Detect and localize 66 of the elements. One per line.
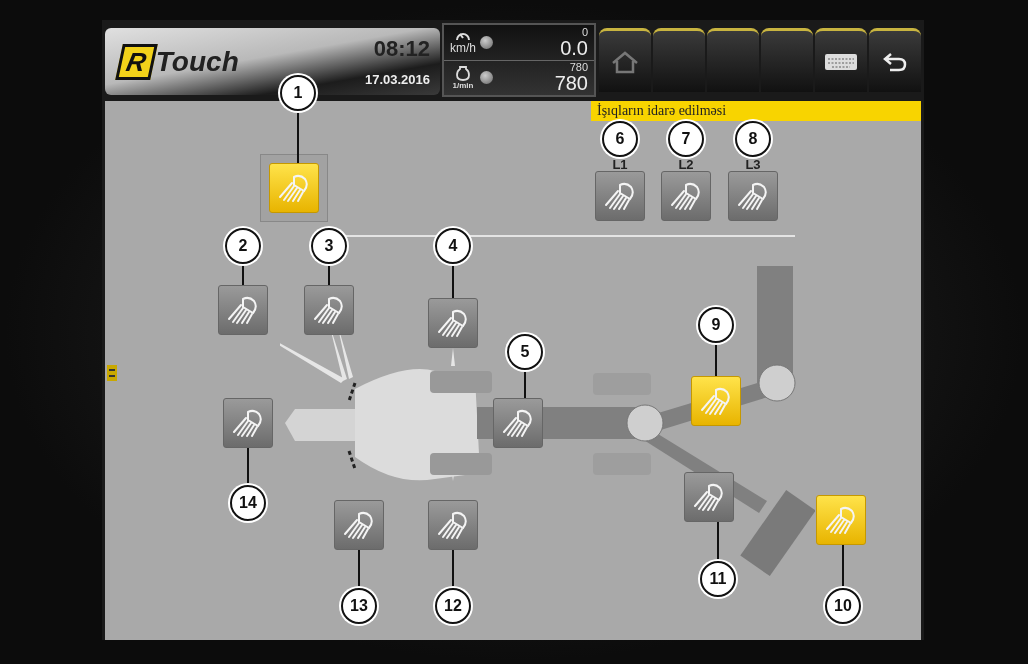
- light-group-label: L1: [612, 156, 628, 172]
- callout-number: 9: [698, 307, 734, 343]
- light-toggle-button[interactable]: [223, 398, 273, 448]
- toolbar-button[interactable]: [653, 28, 705, 92]
- light-toggle-button[interactable]: [493, 398, 543, 448]
- light-group-label: L2: [678, 156, 694, 172]
- light-toggle-button[interactable]: [728, 171, 778, 221]
- light-toggle-button[interactable]: [595, 171, 645, 221]
- indicator-lamp: [480, 35, 493, 49]
- callout-number: 14: [230, 485, 266, 521]
- leader-line: [247, 448, 249, 485]
- leader-line: [297, 111, 299, 163]
- leader-line: [358, 550, 360, 588]
- gauge-value: 780: [554, 73, 588, 94]
- leader-line: [715, 343, 717, 376]
- leader-line: [842, 545, 844, 588]
- logo-text: Touch: [155, 45, 239, 78]
- gauge-setpoint: 0: [581, 26, 588, 38]
- keyboard-button[interactable]: [815, 28, 867, 92]
- clock-date: 17.03.2016: [364, 72, 430, 87]
- light-toggle-button[interactable]: [304, 285, 354, 335]
- home-icon: [610, 49, 640, 74]
- light-toggle-button[interactable]: [816, 495, 866, 545]
- light-group-label: L3: [745, 156, 761, 172]
- back-button[interactable]: [869, 28, 921, 92]
- leader-line: [452, 264, 454, 298]
- callout-number: 2: [225, 228, 261, 264]
- light-toggle-button[interactable]: [334, 500, 384, 550]
- unit-label: 1/min: [452, 81, 474, 91]
- callout-number: 13: [341, 588, 377, 624]
- light-toggle-button[interactable]: [428, 500, 478, 550]
- leader-line: [717, 522, 719, 561]
- callout-number: 6: [602, 121, 638, 157]
- callout-number: 4: [435, 228, 471, 264]
- leader-line: [328, 264, 330, 285]
- home-button[interactable]: [599, 28, 651, 92]
- toolbar-button[interactable]: [761, 28, 813, 92]
- leader-line: [524, 370, 526, 398]
- logo-letter: R: [115, 43, 158, 80]
- callout-number: 8: [735, 121, 771, 157]
- side-tab-icon[interactable]: [107, 365, 117, 381]
- light-toggle-button[interactable]: [661, 171, 711, 221]
- callout-number: 11: [700, 561, 736, 597]
- callout-number: 12: [435, 588, 471, 624]
- light-toggle-button[interactable]: [218, 285, 268, 335]
- toolbar-button[interactable]: [707, 28, 759, 92]
- light-toggle-button[interactable]: [428, 298, 478, 348]
- back-icon: [882, 50, 908, 73]
- callout-number: 3: [311, 228, 347, 264]
- callout-number: 1: [280, 75, 316, 111]
- clock-time: 08:12: [373, 36, 430, 62]
- light-toggle-button[interactable]: [269, 163, 319, 213]
- engine-icon: [455, 65, 471, 82]
- callout-number: 7: [668, 121, 704, 157]
- page-title: İşıqların idarə edilməsi: [591, 101, 921, 121]
- keyboard-icon: [824, 52, 858, 71]
- callout-number: 10: [825, 588, 861, 624]
- unit-label: km/h: [450, 41, 476, 56]
- callout-number: 5: [507, 334, 543, 370]
- light-toggle-button[interactable]: [691, 376, 741, 426]
- gauge-setpoint: 780: [569, 62, 588, 74]
- leader-line: [242, 264, 244, 285]
- indicator-lamp: [480, 71, 493, 85]
- light-toggle-button[interactable]: [684, 472, 734, 522]
- leader-line: [452, 550, 454, 588]
- gauge-value: 0.0: [560, 37, 588, 58]
